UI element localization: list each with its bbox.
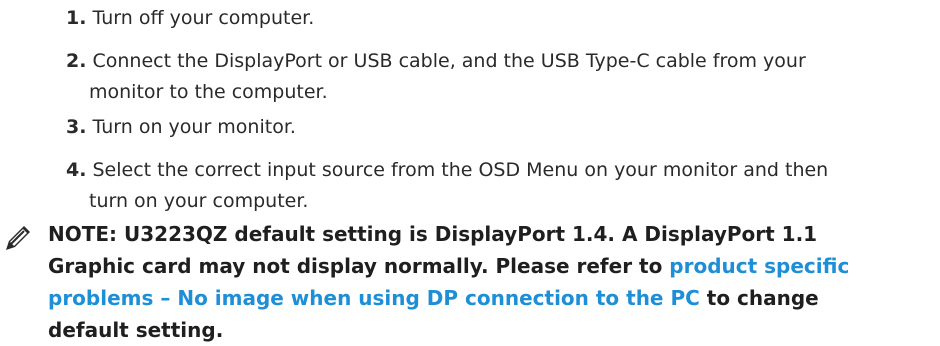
step-text: Turn on your monitor. xyxy=(92,116,296,138)
note-text: Graphic card may not display normally. P… xyxy=(48,254,670,278)
product-specific-problems-link[interactable]: product specific xyxy=(669,254,849,278)
step-text-line-1: Connect the DisplayPort or USB cable, an… xyxy=(92,50,806,72)
pencil-note-icon xyxy=(6,226,30,250)
product-specific-problems-link-continued[interactable]: problems – No image when using DP connec… xyxy=(48,286,700,310)
step-number: 3. xyxy=(66,116,87,138)
note-block: NOTE: U3223QZ default setting is Display… xyxy=(48,218,928,346)
step-text-line-1: Select the correct input source from the… xyxy=(92,159,829,181)
step-2: 2. Connect the DisplayPort or USB cable,… xyxy=(66,46,926,108)
note-text: to change xyxy=(699,286,819,310)
step-1: 1. Turn off your computer. xyxy=(66,3,926,34)
step-3: 3. Turn on your monitor. xyxy=(66,112,926,143)
note-line-3: problems – No image when using DP connec… xyxy=(48,282,928,314)
step-text-line-2: monitor to the computer. xyxy=(89,81,328,103)
step-text-line-2: turn on your computer. xyxy=(89,190,309,212)
step-4: 4. Select the correct input source from … xyxy=(66,155,926,217)
note-line-4: default setting. xyxy=(48,318,224,342)
step-number: 2. xyxy=(66,50,87,72)
step-number: 4. xyxy=(66,159,87,181)
step-number: 1. xyxy=(66,7,87,29)
step-text: Turn off your computer. xyxy=(92,7,315,29)
note-line-2: Graphic card may not display normally. P… xyxy=(48,250,928,282)
note-line-1: NOTE: U3223QZ default setting is Display… xyxy=(48,222,818,246)
